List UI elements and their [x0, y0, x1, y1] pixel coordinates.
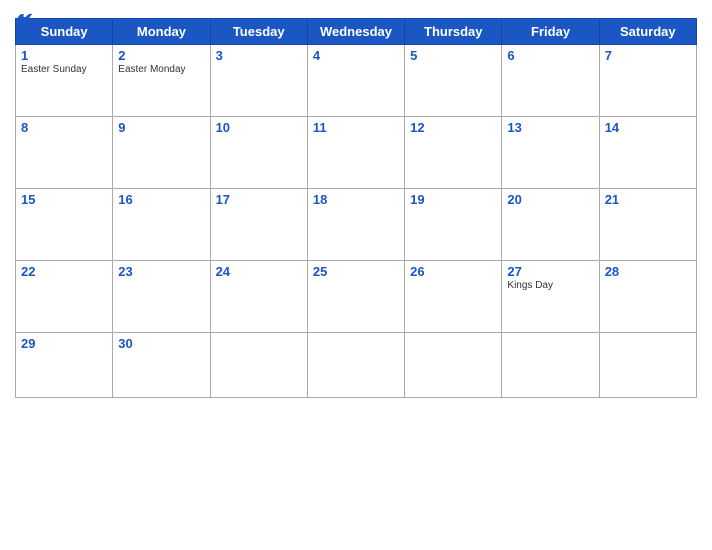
day-number: 21: [605, 192, 691, 207]
calendar-header-row: SundayMondayTuesdayWednesdayThursdayFrid…: [16, 19, 697, 45]
day-number: 19: [410, 192, 496, 207]
calendar-day-header: Monday: [113, 19, 210, 45]
calendar-day-cell: [307, 333, 404, 398]
calendar-day-cell: 18: [307, 189, 404, 261]
calendar-day-cell: 10: [210, 117, 307, 189]
calendar-day-cell: 6: [502, 45, 599, 117]
calendar-day-cell: 8: [16, 117, 113, 189]
day-number: 5: [410, 48, 496, 63]
calendar-day-cell: 19: [405, 189, 502, 261]
calendar-day-cell: 24: [210, 261, 307, 333]
day-number: 17: [216, 192, 302, 207]
calendar-day-cell: 15: [16, 189, 113, 261]
calendar-day-header: Saturday: [599, 19, 696, 45]
calendar-day-cell: [210, 333, 307, 398]
calendar-day-cell: [502, 333, 599, 398]
calendar-day-cell: 20: [502, 189, 599, 261]
day-number: 29: [21, 336, 107, 351]
event-label: Easter Sunday: [21, 64, 107, 75]
calendar-day-cell: 16: [113, 189, 210, 261]
calendar-day-cell: 22: [16, 261, 113, 333]
calendar-day-cell: 5: [405, 45, 502, 117]
day-number: 24: [216, 264, 302, 279]
calendar-day-header: Wednesday: [307, 19, 404, 45]
calendar-day-cell: 21: [599, 189, 696, 261]
event-label: Kings Day: [507, 280, 593, 291]
calendar-day-cell: 29: [16, 333, 113, 398]
day-number: 8: [21, 120, 107, 135]
day-number: 10: [216, 120, 302, 135]
calendar-day-cell: 27Kings Day: [502, 261, 599, 333]
calendar-day-cell: 30: [113, 333, 210, 398]
calendar-day-cell: 23: [113, 261, 210, 333]
day-number: 15: [21, 192, 107, 207]
day-number: 28: [605, 264, 691, 279]
calendar-week-row: 29 30: [16, 333, 697, 398]
day-number: 14: [605, 120, 691, 135]
calendar-day-cell: 25: [307, 261, 404, 333]
calendar-day-cell: 12: [405, 117, 502, 189]
calendar-day-cell: [405, 333, 502, 398]
day-number: 27: [507, 264, 593, 279]
calendar-week-row: 22 23 24 25 26 27Kings Day 28: [16, 261, 697, 333]
day-number: 23: [118, 264, 204, 279]
calendar-day-cell: 14: [599, 117, 696, 189]
calendar-day-cell: 26: [405, 261, 502, 333]
calendar-day-cell: 13: [502, 117, 599, 189]
calendar-day-cell: [599, 333, 696, 398]
calendar-day-cell: 7: [599, 45, 696, 117]
logo: [15, 10, 35, 24]
event-label: Easter Monday: [118, 64, 204, 75]
day-number: 6: [507, 48, 593, 63]
calendar-day-cell: 11: [307, 117, 404, 189]
day-number: 1: [21, 48, 107, 63]
day-number: 4: [313, 48, 399, 63]
day-number: 12: [410, 120, 496, 135]
day-number: 22: [21, 264, 107, 279]
calendar-week-row: 15 16 17 18 19 20 21: [16, 189, 697, 261]
day-number: 7: [605, 48, 691, 63]
day-number: 20: [507, 192, 593, 207]
calendar-day-cell: 4: [307, 45, 404, 117]
calendar-week-row: 89 10 11 12 13 14: [16, 117, 697, 189]
day-number: 2: [118, 48, 204, 63]
calendar-day-cell: 1Easter Sunday: [16, 45, 113, 117]
day-number: 11: [313, 120, 399, 135]
day-number: 26: [410, 264, 496, 279]
page: SundayMondayTuesdayWednesdayThursdayFrid…: [0, 0, 712, 550]
day-number: 18: [313, 192, 399, 207]
day-number: 13: [507, 120, 593, 135]
day-number: 3: [216, 48, 302, 63]
calendar-week-row: 1Easter Sunday2Easter Monday34567: [16, 45, 697, 117]
calendar-day-cell: 9: [113, 117, 210, 189]
day-number: 30: [118, 336, 204, 351]
calendar-day-cell: 2Easter Monday: [113, 45, 210, 117]
calendar-day-cell: 3: [210, 45, 307, 117]
calendar-day-header: Friday: [502, 19, 599, 45]
day-number: 9: [118, 120, 204, 135]
logo-bird-icon: [15, 10, 33, 24]
calendar-day-header: Tuesday: [210, 19, 307, 45]
logo-blue-text: [15, 10, 35, 24]
calendar-table: SundayMondayTuesdayWednesdayThursdayFrid…: [15, 18, 697, 398]
calendar-day-cell: 17: [210, 189, 307, 261]
calendar-day-header: Thursday: [405, 19, 502, 45]
day-number: 25: [313, 264, 399, 279]
day-number: 16: [118, 192, 204, 207]
calendar-day-cell: 28: [599, 261, 696, 333]
